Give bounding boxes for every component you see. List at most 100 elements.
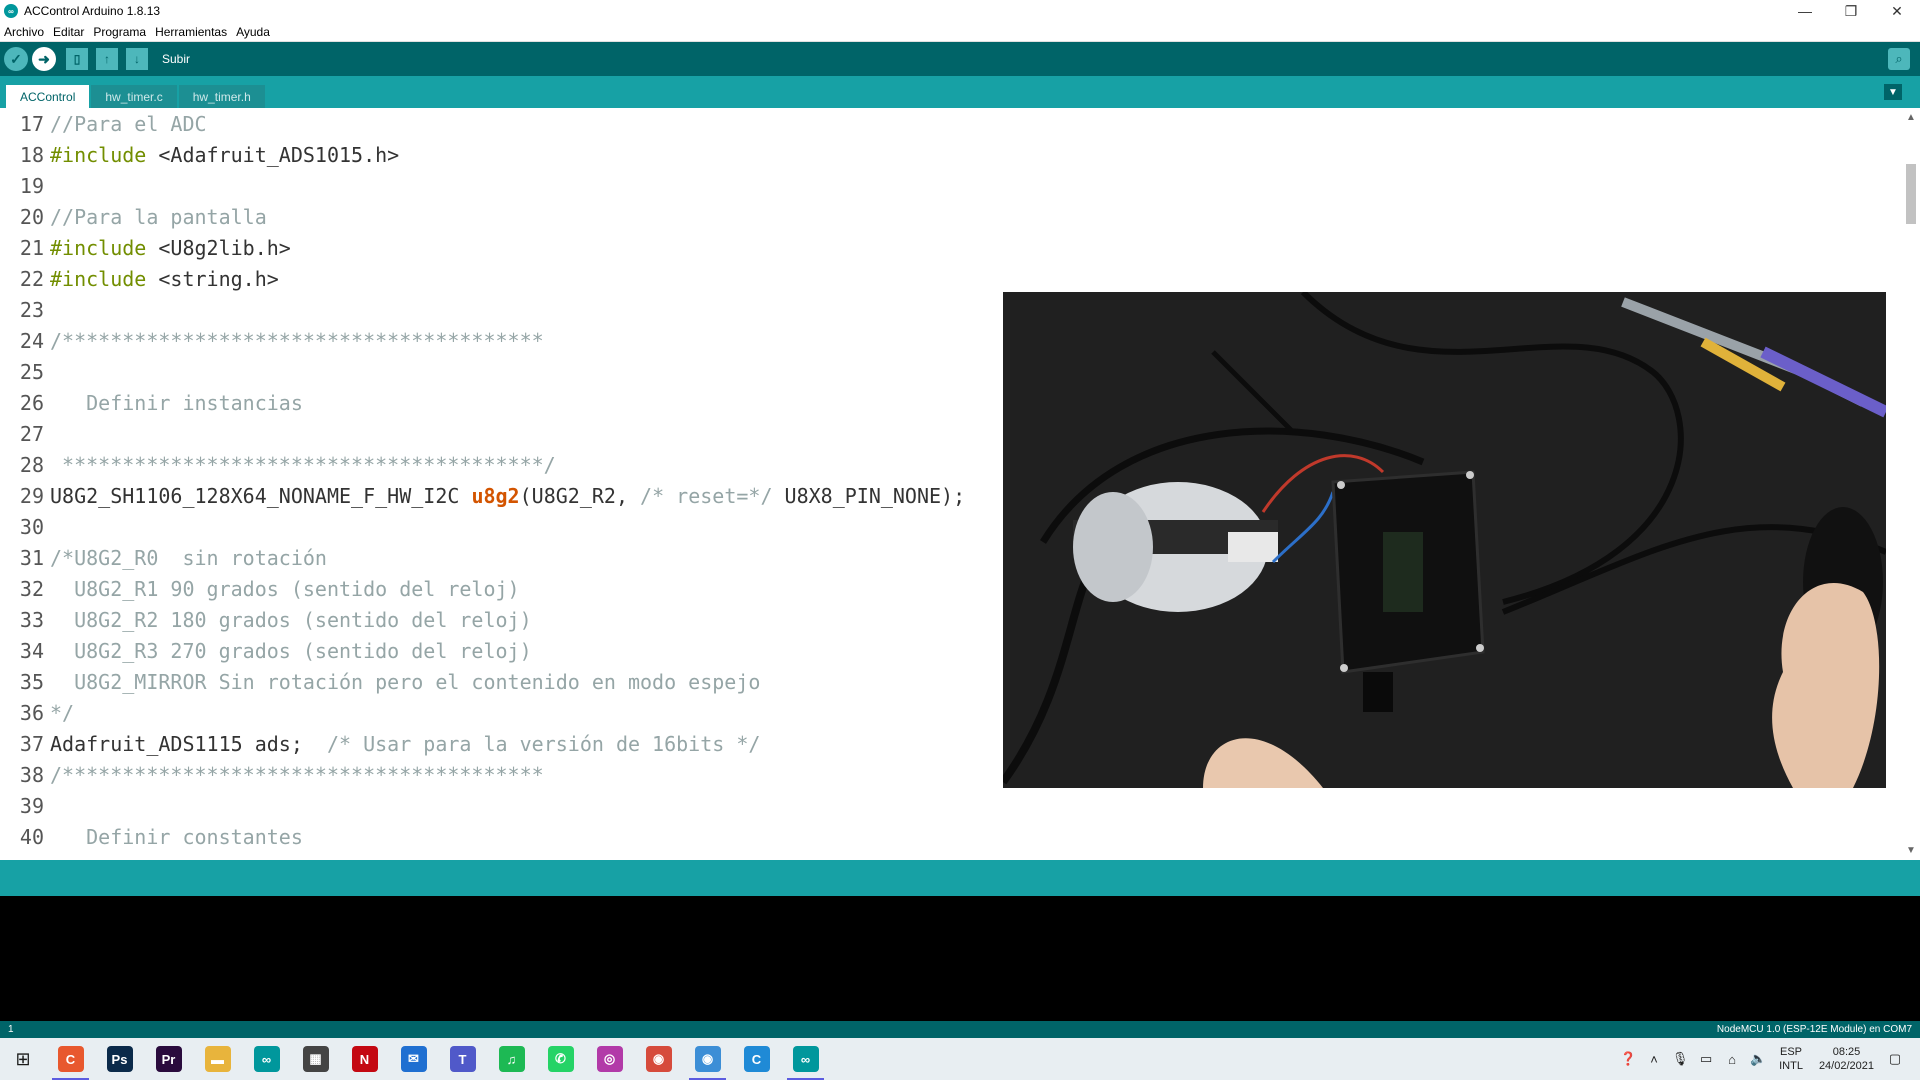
code-line[interactable]: 26 Definir instancias	[0, 387, 303, 418]
code-line[interactable]: 24/*************************************…	[0, 325, 544, 356]
taskbar-app[interactable]: ∞	[781, 1038, 830, 1080]
help-icon[interactable]: ❓	[1617, 1048, 1639, 1070]
start-button[interactable]: ⊞	[0, 1038, 46, 1080]
network-icon[interactable]: ⌂	[1721, 1048, 1743, 1070]
taskbar-app[interactable]: Pr	[144, 1038, 193, 1080]
taskbar-app[interactable]: ✆	[536, 1038, 585, 1080]
taskbar-app[interactable]: ◉	[683, 1038, 732, 1080]
code-token: ****************************************…	[50, 452, 556, 477]
code-line[interactable]: 25	[0, 356, 50, 387]
netflix-icon: N	[351, 1046, 378, 1072]
menu-editar[interactable]: Editar	[53, 25, 84, 39]
editor-scrollbar[interactable]: ▲ ▼	[1902, 108, 1920, 860]
taskbar-app[interactable]: ◉	[634, 1038, 683, 1080]
code-line[interactable]: 23	[0, 294, 50, 325]
toolbar-hover-label: Subir	[162, 52, 191, 66]
microphone-icon[interactable]: 🎙	[1669, 1048, 1691, 1070]
scroll-down-icon[interactable]: ▼	[1906, 845, 1916, 856]
taskbar-app[interactable]: C	[732, 1038, 781, 1080]
code-text: U8G2_SH1106_128X64_NONAME_F_HW_I2C u8g2(…	[50, 484, 965, 508]
code-line[interactable]: 18 #include <Adafruit_ADS1015.h>	[0, 139, 399, 170]
code-line[interactable]: 34 U8G2_R3 270 grados (sentido del reloj…	[0, 635, 532, 666]
code-line[interactable]: 30	[0, 511, 50, 542]
line-number-gutter: 17	[19, 111, 44, 136]
code-token: #include	[50, 235, 147, 260]
mail-icon: ✉	[400, 1046, 427, 1072]
close-button[interactable]: ✕	[1874, 0, 1920, 22]
code-line[interactable]: 17//Para el ADC	[0, 108, 207, 139]
maximize-button[interactable]: ❐	[1828, 0, 1874, 22]
spotify-icon: ♫	[498, 1046, 525, 1072]
code-token: U8G2_MIRROR Sin rotación pero el conteni…	[50, 669, 761, 694]
code-token: <Adafruit_ADS1015.h>	[146, 142, 400, 167]
code-line[interactable]: 32 U8G2_R1 90 grados (sentido del reloj)	[0, 573, 520, 604]
arduino-running-icon: ∞	[792, 1046, 819, 1072]
taskbar-app[interactable]: Ps	[95, 1038, 144, 1080]
taskbar-app[interactable]: ∞	[242, 1038, 291, 1080]
menu-programa[interactable]: Programa	[93, 25, 146, 39]
chevron-up-icon[interactable]: ˄	[1643, 1048, 1665, 1070]
new-file-icon: ▯	[73, 52, 81, 66]
language-indicator[interactable]: ESP INTL	[1779, 1045, 1803, 1073]
line-number-gutter: 31	[19, 545, 44, 570]
taskbar-app[interactable]: ▦	[291, 1038, 340, 1080]
code-line[interactable]: 35 U8G2_MIRROR Sin rotación pero el cont…	[0, 666, 761, 697]
code-text: U8G2_R3 270 grados (sentido del reloj)	[50, 639, 532, 663]
code-text: Definir constantes	[50, 825, 303, 849]
taskbar-app[interactable]: ♫	[487, 1038, 536, 1080]
tab-accontrol[interactable]: ACControl	[6, 85, 90, 108]
code-line[interactable]: 21 #include <U8g2lib.h>	[0, 232, 291, 263]
upload-button[interactable]: ➜	[32, 47, 56, 71]
output-console[interactable]	[0, 896, 1920, 1021]
clock[interactable]: 08:25 24/02/2021	[1819, 1045, 1874, 1073]
scrollbar-thumb[interactable]	[1906, 164, 1916, 224]
line-number-gutter: 36	[19, 700, 44, 725]
code-line[interactable]: 36 */	[0, 697, 74, 728]
code-line[interactable]: 39	[0, 790, 50, 821]
tab-hw-timer-c[interactable]: hw_timer.c	[91, 85, 177, 108]
code-text: //Para el ADC	[50, 112, 207, 136]
code-line[interactable]: 22 #include <string.h>	[0, 263, 279, 294]
code-text: #include <Adafruit_ADS1015.h>	[50, 143, 399, 167]
taskbar-app[interactable]: ▬	[193, 1038, 242, 1080]
code-line[interactable]: 28 *************************************…	[0, 449, 556, 480]
code-line[interactable]: 27	[0, 418, 50, 449]
taskbar-app[interactable]: T	[438, 1038, 487, 1080]
open-button[interactable]: ↑	[96, 48, 118, 70]
verify-button[interactable]: ✓	[4, 47, 28, 71]
scroll-up-icon[interactable]: ▲	[1906, 112, 1916, 123]
line-number-gutter: 19	[19, 173, 44, 198]
menu-ayuda[interactable]: Ayuda	[236, 25, 270, 39]
code-line[interactable]: 31/*U8G2_R0 sin rotación	[0, 542, 327, 573]
code-token: (U8G2_R2,	[519, 483, 641, 508]
code-line[interactable]: 37 Adafruit_ADS1115 ads; /* Usar para la …	[0, 728, 761, 759]
code-token: /***************************************…	[50, 328, 544, 353]
volume-icon[interactable]: 🔈	[1747, 1048, 1769, 1070]
windows-taskbar: ⊞ C Ps Pr ▬ ∞ ▦ N ✉ T ♫ ✆ ◎ ◉ ◉ C ∞ ❓ ˄ 🎙 ▭ ⌂ 🔈 ESP INT…	[0, 1038, 1920, 1080]
code-line[interactable]: 33 U8G2_R2 180 grados (sentido del reloj…	[0, 604, 532, 635]
code-line[interactable]: 29 U8G2_SH1106_128X64_NONAME_F_HW_I2C u8g…	[0, 480, 965, 511]
line-number-gutter: 20	[19, 204, 44, 229]
taskbar-app[interactable]: ✉	[389, 1038, 438, 1080]
code-line[interactable]: 20//Para la pantalla	[0, 201, 267, 232]
minimize-button[interactable]: —	[1782, 0, 1828, 22]
serial-monitor-button[interactable]: ⌕	[1888, 48, 1910, 70]
code-line[interactable]: 40 Definir constantes	[0, 821, 303, 852]
notifications-icon[interactable]: ▢	[1884, 1048, 1906, 1070]
taskbar-app[interactable]: ◎	[585, 1038, 634, 1080]
battery-icon[interactable]: ▭	[1695, 1048, 1717, 1070]
menu-herramientas[interactable]: Herramientas	[155, 25, 227, 39]
window-title: ACControl Arduino 1.8.13	[24, 4, 161, 18]
code-line[interactable]: 38/*************************************…	[0, 759, 544, 790]
taskbar-app[interactable]: N	[340, 1038, 389, 1080]
menu-archivo[interactable]: Archivo	[4, 25, 44, 39]
line-number-gutter: 33	[19, 607, 44, 632]
code-token: U8G2_SH1106_128X64_NONAME_F_HW_I2C	[50, 483, 472, 508]
line-number-gutter: 30	[19, 514, 44, 539]
new-button[interactable]: ▯	[66, 48, 88, 70]
tab-menu-button[interactable]: ▼	[1884, 84, 1902, 100]
save-button[interactable]: ↓	[126, 48, 148, 70]
tab-hw-timer-h[interactable]: hw_timer.h	[178, 85, 265, 108]
code-line[interactable]: 19	[0, 170, 50, 201]
taskbar-app[interactable]: C	[46, 1038, 95, 1080]
